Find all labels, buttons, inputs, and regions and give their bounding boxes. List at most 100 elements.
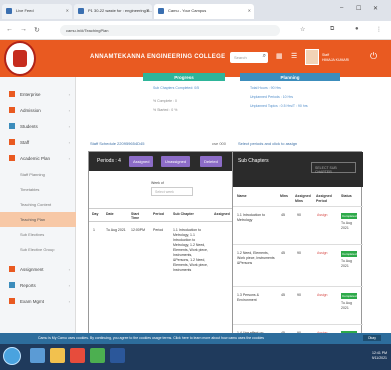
sidebar-item[interactable]: Admission › — [0, 103, 76, 119]
sub-chapters-title: Sub Chapters — [238, 158, 269, 164]
tab-label: Camu - Your Campus — [168, 8, 207, 13]
sidebar-subitem[interactable]: Teaching Plan — [0, 212, 76, 227]
profile-icon[interactable]: ● — [355, 26, 359, 32]
sidebar-item[interactable]: Staff › — [0, 135, 76, 151]
assign-link[interactable]: Assign — [317, 251, 328, 255]
chevron-icon: › — [68, 267, 70, 272]
power-icon[interactable]: ⏻ — [370, 51, 377, 62]
word-icon[interactable] — [110, 348, 125, 363]
tab-close-icon[interactable]: ✕ — [146, 8, 149, 13]
browser-tab[interactable]: P1 30-22 waste for : engineering B... ✕ — [74, 4, 152, 19]
sub-chapters-panel: Sub Chapters SELECT SUB CHAPTER Name Min… — [232, 151, 363, 351]
tab-close-icon[interactable]: ✕ — [248, 8, 251, 13]
col-mins: Mins — [280, 194, 288, 198]
select-sub-chapter[interactable]: SELECT SUB CHAPTER — [311, 162, 356, 174]
sidebar-item[interactable]: Exam Mgmt › — [0, 294, 76, 310]
college-name: ANNAMTEKANNA ENGINEERING COLLEGE — [90, 54, 226, 60]
row-date: Tu Aug 2021 — [341, 259, 352, 268]
col-name: Name — [237, 194, 247, 198]
row-mins: 45 — [281, 251, 285, 255]
sidebar-item-icon — [9, 91, 15, 97]
user-info[interactable]: Staff HIMAJA KUMARI — [322, 53, 349, 63]
table-row[interactable]: 1.1 Introduction to Metrology 45 90 Assign C… — [233, 206, 363, 244]
tab-favicon-icon — [78, 8, 84, 14]
sidebar-item[interactable]: Assignment › — [0, 262, 76, 278]
row-name: 1.2 Need, Elements, Work piece, Instrume… — [237, 251, 275, 265]
periods-table-header: Day Date Start Time Period Sub Chapter A… — [89, 208, 234, 222]
clock-date: 9/11/2021 — [371, 356, 387, 360]
periods-panel: Periods : 4 Assigned Unassigned Deleted … — [88, 151, 234, 351]
assigned-button[interactable]: Assigned — [129, 156, 154, 167]
close-window-icon[interactable]: ✕ — [373, 5, 378, 12]
sidebar-item[interactable]: Academic Plan › — [0, 151, 76, 167]
browser-tab[interactable]: Live Feed ✕ — [2, 4, 72, 19]
url-field[interactable]: camu.in/#/TeachingPlan — [60, 25, 280, 36]
chevron-icon: › — [68, 283, 70, 288]
row-mins: 45 — [281, 293, 285, 297]
row-assigned-mins: 90 — [297, 251, 301, 255]
system-clock[interactable]: 12:41 PM 9/11/2021 — [372, 351, 387, 361]
grid-icon[interactable]: ▦ — [276, 52, 283, 60]
row-date: Tu Aug 2021 — [106, 228, 126, 232]
sidebar-subitem[interactable]: Staff Planning — [0, 167, 76, 182]
tab-favicon-icon — [158, 8, 164, 14]
assign-link[interactable]: Assign — [317, 213, 328, 217]
sidebar-item-label: Reports — [20, 283, 36, 288]
media-icon[interactable] — [70, 348, 85, 363]
progress-stat: Sub Chapters Completed: 0/5 — [153, 86, 200, 90]
deleted-button[interactable]: Deleted — [200, 156, 222, 167]
extensions-icon[interactable]: ⧉ — [330, 26, 334, 33]
chrome-icon[interactable] — [90, 348, 105, 363]
sidebar-item[interactable]: Enterprise › — [0, 87, 76, 103]
progress-stat: % Complete : 0 — [153, 99, 177, 103]
sidebar-item-icon — [9, 298, 15, 304]
table-row[interactable]: 1.3 Persons & Environment 45 90 Assign Compl… — [233, 286, 363, 324]
tab-close-icon[interactable]: ✕ — [66, 8, 69, 13]
chevron-icon: › — [68, 156, 70, 161]
week-input[interactable]: Select week — [151, 187, 193, 196]
tab-label: P1 30-22 waste for : engineering B... — [88, 8, 152, 13]
notification-icon[interactable]: ☰ — [291, 52, 297, 60]
bookmark-icon[interactable]: ☆ — [300, 26, 305, 33]
browser-tabbar: Live Feed ✕ P1 30-22 waste for : engineeri… — [0, 0, 391, 21]
reload-icon[interactable]: ↻ — [34, 26, 40, 34]
maximize-icon[interactable]: ☐ — [356, 5, 361, 12]
back-icon[interactable]: ← — [6, 26, 13, 33]
browser-tab[interactable]: Camu - Your Campus ✕ — [154, 4, 254, 19]
start-button[interactable] — [3, 347, 21, 365]
chevron-icon: › — [68, 124, 70, 129]
forward-icon[interactable]: → — [20, 26, 27, 33]
cookie-ok-button[interactable]: Okay — [362, 335, 381, 341]
search-placeholder: Search — [234, 55, 247, 60]
unassigned-button[interactable]: Unassigned — [161, 156, 191, 167]
staff-schedule-caption: Staff Schedule 220959654D45 — [90, 141, 145, 146]
sidebar-subitem[interactable]: Timetables — [0, 182, 76, 197]
planning-stat: Total Hours : 90 Hrs — [250, 86, 281, 90]
assign-caption: Select periods and click to assign — [238, 141, 298, 146]
schedule-code: cse 000 — [212, 141, 227, 146]
ie-icon[interactable] — [30, 348, 45, 363]
row-mins: 45 — [281, 213, 285, 217]
windows-taskbar: 12:41 PM 9/11/2021 — [0, 344, 391, 370]
tab-label: Live Feed — [16, 8, 34, 13]
search-input[interactable]: Search ⌕ — [230, 52, 268, 63]
sidebar-item-label: Students — [20, 124, 38, 129]
search-icon[interactable]: ⌕ — [263, 53, 266, 60]
folder-icon[interactable] — [50, 348, 65, 363]
week-label: Week of — [151, 181, 164, 185]
assign-link[interactable]: Assign — [317, 293, 328, 297]
sidebar-subitem[interactable]: Teaching Content — [0, 197, 76, 212]
sidebar-subitem[interactable]: Sub Elective Group — [0, 242, 76, 257]
cookie-banner: Camu is My Camu uses cookies. By continu… — [0, 333, 391, 344]
col-assigned-mins: Assigned Mins — [295, 194, 311, 203]
browser-menu-icon[interactable]: ⋮ — [376, 26, 382, 33]
chevron-icon: › — [68, 108, 70, 113]
sidebar-subitem[interactable]: Sub Electives — [0, 227, 76, 242]
sidebar-item-icon — [9, 139, 15, 145]
avatar[interactable] — [305, 49, 319, 65]
minimize-icon[interactable]: – — [340, 5, 343, 11]
sidebar-item[interactable]: Students › — [0, 119, 76, 135]
planning-card: Planning Total Hours : 90 Hrs Unplanned … — [240, 73, 340, 131]
sidebar-item[interactable]: Reports › — [0, 278, 76, 294]
table-row[interactable]: 1.2 Need, Elements, Work piece, Instrume… — [233, 244, 363, 286]
